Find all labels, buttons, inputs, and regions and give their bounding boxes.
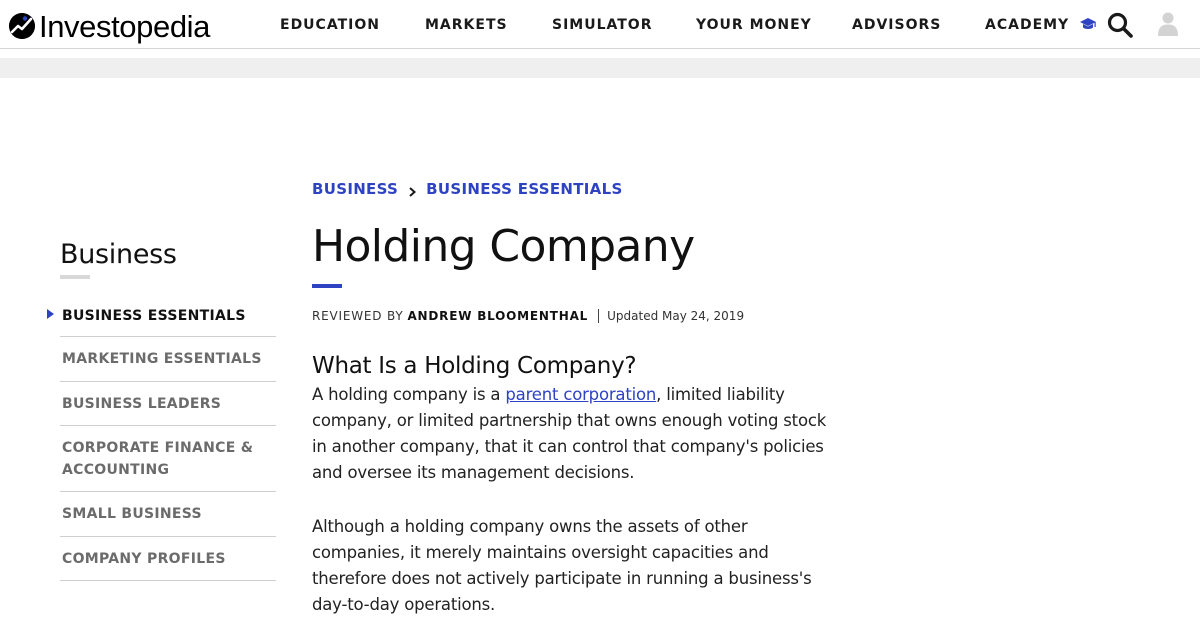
user-icon[interactable]	[1156, 11, 1180, 37]
sidebar-title: Business	[60, 239, 177, 270]
title-accent-bar	[312, 284, 342, 288]
sidebar-item-small-business[interactable]: SMALL BUSINESS	[60, 492, 276, 537]
breadcrumb-business-essentials[interactable]: BUSINESS ESSENTIALS	[426, 180, 622, 198]
sidebar-item-business-essentials[interactable]: BUSINESS ESSENTIALS	[47, 296, 276, 337]
section-heading: What Is a Holding Company?	[312, 353, 637, 379]
sidebar-item-label-line2: ACCOUNTING	[62, 461, 170, 478]
sidebar-item-label[interactable]: BUSINESS ESSENTIALS	[62, 305, 246, 327]
sidebar-item-business-leaders[interactable]: BUSINESS LEADERS	[60, 382, 276, 426]
sidebar-item-company-profiles[interactable]: COMPANY PROFILES	[60, 537, 276, 581]
paragraph-2: Although a holding company owns the asse…	[312, 517, 812, 614]
reviewed-by-label: REVIEWED BY	[312, 309, 404, 323]
ad-banner-placeholder	[0, 58, 1200, 78]
sidebar-item-label[interactable]: MARKETING ESSENTIALS	[62, 348, 262, 370]
search-icon[interactable]	[1106, 11, 1134, 39]
chevron-right-icon	[406, 183, 418, 197]
active-arrow-icon	[47, 309, 54, 319]
paragraph-1: A holding company is a parent corporatio…	[312, 382, 842, 486]
breadcrumb: BUSINESS BUSINESS ESSENTIALS	[312, 178, 842, 200]
byline: REVIEWED BY ANDREW BLOOMENTHAL Updated M…	[312, 308, 842, 324]
sidebar-item-label[interactable]: COMPANY PROFILES	[62, 548, 226, 570]
sidebar: Business BUSINESS ESSENTIALS MARKETING E…	[47, 235, 276, 581]
nav-your-money[interactable]: YOUR MONEY	[696, 17, 812, 33]
breadcrumb-business[interactable]: BUSINESS	[312, 180, 398, 198]
nav-advisors[interactable]: ADVISORS	[852, 17, 941, 33]
parent-corporation-link[interactable]: parent corporation	[505, 385, 656, 404]
sidebar-item-label-line1: CORPORATE FINANCE &	[62, 439, 254, 456]
sidebar-item-label[interactable]: SMALL BUSINESS	[62, 503, 202, 525]
article: BUSINESS BUSINESS ESSENTIALS Holding Com…	[312, 178, 842, 618]
nav-academy-label: ACADEMY	[985, 17, 1070, 33]
investopedia-logo[interactable]: Investopedia	[9, 9, 210, 43]
sidebar-item-label[interactable]: CORPORATE FINANCE & ACCOUNTING	[62, 437, 253, 481]
sidebar-item-label[interactable]: BUSINESS LEADERS	[62, 393, 221, 415]
byline-divider	[598, 309, 600, 323]
sidebar-title-underline	[60, 275, 90, 279]
nav-markets[interactable]: MARKETS	[425, 17, 508, 33]
logo-wordmark: Investopedia	[39, 8, 210, 44]
nav-education[interactable]: EDUCATION	[280, 17, 380, 33]
graduation-cap-icon	[1079, 17, 1097, 35]
reviewer-link[interactable]: ANDREW BLOOMENTHAL	[407, 309, 588, 323]
site-header: Investopedia EDUCATION MARKETS SIMULATOR…	[0, 0, 1200, 49]
sidebar-item-corporate-finance[interactable]: CORPORATE FINANCE & ACCOUNTING	[60, 426, 276, 492]
page-title: Holding Company	[312, 221, 695, 272]
nav-simulator[interactable]: SIMULATOR	[552, 17, 653, 33]
sidebar-list: BUSINESS ESSENTIALS MARKETING ESSENTIALS…	[47, 296, 276, 581]
nav-academy[interactable]: ACADEMY	[985, 17, 1097, 35]
updated-date: Updated May 24, 2019	[607, 309, 745, 323]
paragraph-1-text-a: A holding company is a	[312, 385, 506, 404]
sidebar-item-marketing-essentials[interactable]: MARKETING ESSENTIALS	[60, 337, 276, 382]
logo-icon	[9, 13, 35, 39]
